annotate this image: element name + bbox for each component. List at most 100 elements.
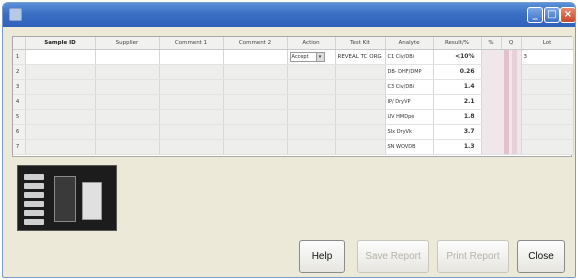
row-number: 1	[13, 49, 26, 65]
testkit-cell	[335, 109, 386, 125]
table-row[interactable]: 1 Accept ▾ REVEAL TC ORG C1 CIv/DBi <10%	[13, 49, 574, 155]
row-number: 7	[13, 139, 26, 155]
row-number: 6	[13, 124, 26, 140]
col-header-q[interactable]: Q	[501, 37, 522, 50]
result-cell: 1.3	[433, 139, 482, 155]
action-cell	[287, 124, 336, 140]
help-button[interactable]: Help	[299, 240, 345, 273]
col-header-rownum	[13, 37, 26, 50]
comment2-cell[interactable]	[223, 64, 288, 80]
cartridge-image	[17, 165, 117, 231]
row-number: 5	[13, 109, 26, 125]
row-number: 3	[13, 79, 26, 95]
sample-id-cell[interactable]	[25, 139, 96, 155]
testkit-cell	[335, 79, 386, 95]
results-grid: Sample ID Supplier Comment 1 Comment 2 A…	[12, 36, 574, 157]
analyte-cell: C3 CIv/DBi	[385, 79, 434, 95]
comment1-cell[interactable]	[159, 64, 224, 80]
comment2-cell[interactable]	[223, 139, 288, 155]
comment2-cell[interactable]	[223, 49, 288, 65]
minimize-icon: _	[532, 9, 538, 20]
comment2-cell[interactable]	[223, 124, 288, 140]
supplier-cell[interactable]	[95, 64, 160, 80]
col-header-comment2[interactable]: Comment 2	[223, 37, 288, 50]
result-cell: 1.4	[433, 79, 482, 95]
action-cell	[287, 64, 336, 80]
col-header-lot[interactable]: Lot	[521, 37, 574, 50]
action-cell	[287, 94, 336, 110]
print-report-button[interactable]: Print Report	[437, 240, 509, 273]
cartridge-pad	[24, 183, 44, 189]
title-bar[interactable]: _ □ ×	[3, 3, 575, 27]
minimize-button[interactable]: _	[527, 7, 543, 23]
row-number: 2	[13, 64, 26, 80]
testkit-cell: REVEAL TC ORG	[335, 49, 386, 65]
analyte-cell: DB- DHF/DMP	[385, 64, 434, 80]
col-header-analyte[interactable]: Analyte	[385, 37, 434, 50]
comment2-cell[interactable]	[223, 94, 288, 110]
cartridge-strip	[54, 176, 76, 222]
supplier-cell[interactable]	[95, 139, 160, 155]
comment1-cell[interactable]	[159, 139, 224, 155]
result-cell: 0.26	[433, 64, 482, 80]
result-cell: <10%	[433, 49, 482, 65]
sample-id-cell[interactable]	[25, 49, 96, 65]
comment1-cell[interactable]	[159, 109, 224, 125]
analyte-cell: SIx DryVk	[385, 124, 434, 140]
supplier-cell[interactable]	[95, 49, 160, 65]
col-header-result[interactable]: Result/%	[433, 37, 482, 50]
strip-band	[503, 49, 509, 153]
supplier-cell[interactable]	[95, 109, 160, 125]
app-window: _ □ × Sample ID Supplier Comment 1 Comme…	[2, 2, 576, 278]
close-window-button[interactable]: ×	[560, 7, 575, 23]
action-cell[interactable]: Accept ▾	[287, 49, 336, 65]
row-number: 4	[13, 94, 26, 110]
lot-cell	[521, 64, 574, 80]
comment1-cell[interactable]	[159, 94, 224, 110]
sample-id-cell[interactable]	[25, 79, 96, 95]
sample-id-cell[interactable]	[25, 109, 96, 125]
action-cell	[287, 79, 336, 95]
lot-cell	[521, 139, 574, 155]
result-cell: 1.8	[433, 109, 482, 125]
maximize-icon: □	[547, 9, 557, 20]
action-select[interactable]: Accept ▾	[289, 51, 325, 62]
cartridge-pad	[24, 219, 44, 225]
lot-cell	[521, 109, 574, 125]
comment1-cell[interactable]	[159, 124, 224, 140]
supplier-cell[interactable]	[95, 124, 160, 140]
lot-cell: 3	[521, 49, 574, 65]
analyte-cell: UV HMDpe	[385, 109, 434, 125]
sample-id-cell[interactable]	[25, 64, 96, 80]
action-cell	[287, 109, 336, 125]
col-header-comment1[interactable]: Comment 1	[159, 37, 224, 50]
col-header-testkit[interactable]: Test Kit	[335, 37, 386, 50]
comment2-cell[interactable]	[223, 79, 288, 95]
close-button[interactable]: Close	[517, 240, 565, 273]
supplier-cell[interactable]	[95, 79, 160, 95]
col-header-percent[interactable]: %	[481, 37, 502, 50]
sample-id-cell[interactable]	[25, 94, 96, 110]
table-header: Sample ID Supplier Comment 1 Comment 2 A…	[13, 37, 574, 50]
sample-id-cell[interactable]	[25, 124, 96, 140]
chevron-down-icon[interactable]: ▾	[315, 52, 324, 61]
comment1-cell[interactable]	[159, 79, 224, 95]
col-header-sample-id[interactable]: Sample ID	[25, 37, 96, 50]
comment1-cell[interactable]	[159, 49, 224, 65]
comment2-cell[interactable]	[223, 109, 288, 125]
cartridge-label	[82, 182, 102, 220]
testkit-cell	[335, 94, 386, 110]
col-header-supplier[interactable]: Supplier	[95, 37, 160, 50]
save-report-button[interactable]: Save Report	[357, 240, 429, 273]
testkit-cell	[335, 139, 386, 155]
action-cell	[287, 139, 336, 155]
maximize-button[interactable]: □	[544, 7, 560, 23]
lot-cell	[521, 79, 574, 95]
analyte-cell: IP/ DryVP	[385, 94, 434, 110]
lot-cell	[521, 94, 574, 110]
cartridge-pad	[24, 210, 44, 216]
supplier-cell[interactable]	[95, 94, 160, 110]
app-icon	[9, 8, 22, 21]
col-header-action[interactable]: Action	[287, 37, 336, 50]
lot-cell	[521, 124, 574, 140]
